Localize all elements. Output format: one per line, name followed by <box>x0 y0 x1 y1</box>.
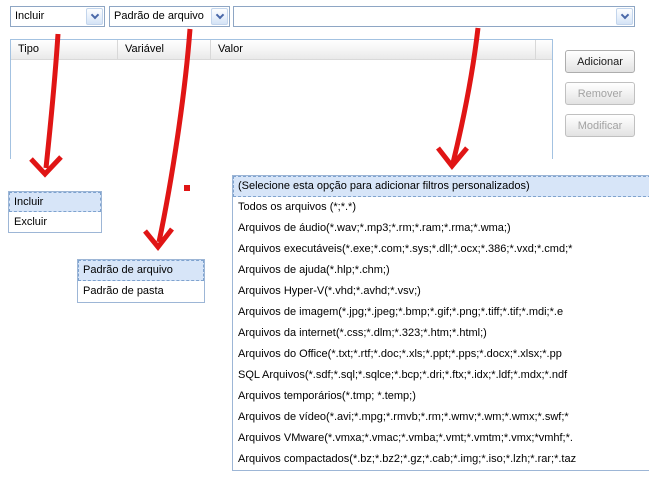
value-combobox-dropdown-button[interactable] <box>616 8 633 25</box>
list-item[interactable]: Arquivos da internet(*.css;*.dlm;*.323;*… <box>233 323 649 344</box>
type-combobox-value: Incluir <box>11 7 85 26</box>
value-dropdown-list: (Selecione esta opção para adicionar fil… <box>232 175 649 471</box>
column-header-variavel[interactable]: Variável <box>118 40 211 59</box>
list-item[interactable]: (Selecione esta opção para adicionar fil… <box>233 176 649 197</box>
chevron-down-icon <box>90 11 98 19</box>
list-item[interactable]: Padrão de pasta <box>78 281 204 302</box>
list-item[interactable]: Arquivos Hyper-V(*.vhd;*.avhd;*.vsv;) <box>233 281 649 302</box>
adicionar-button[interactable]: Adicionar <box>565 50 635 73</box>
type-combobox-dropdown-button[interactable] <box>86 8 103 25</box>
filters-table: Tipo Variável Valor <box>10 39 553 159</box>
list-item[interactable]: Incluir <box>9 192 101 212</box>
list-item[interactable]: Arquivos temporários(*.tmp; *.temp;) <box>233 386 649 407</box>
variable-combobox[interactable]: Padrão de arquivo <box>109 6 230 27</box>
column-header-filler <box>536 40 552 59</box>
column-header-tipo[interactable]: Tipo <box>11 40 118 59</box>
list-item[interactable]: Arquivos de ajuda(*.hlp;*.chm;) <box>233 260 649 281</box>
list-item[interactable]: Padrão de arquivo <box>78 260 204 281</box>
red-dot-annotation <box>184 185 190 191</box>
list-item[interactable]: Arquivos VMware(*.vmxa;*.vmac;*.vmba;*.v… <box>233 428 649 449</box>
variable-dropdown-list: Padrão de arquivoPadrão de pasta <box>77 259 205 303</box>
chevron-down-icon <box>215 11 223 19</box>
list-item[interactable]: Arquivos executáveis(*.exe;*.com;*.sys;*… <box>233 239 649 260</box>
modificar-button: Modificar <box>565 114 635 137</box>
filters-table-empty-body <box>11 60 552 159</box>
list-item[interactable]: SQL Arquivos(*.sdf;*.sql;*.sqlce;*.bcp;*… <box>233 365 649 386</box>
list-item[interactable]: Arquivos de vídeo(*.avi;*.mpg;*.rmvb;*.r… <box>233 407 649 428</box>
variable-combobox-dropdown-button[interactable] <box>211 8 228 25</box>
chevron-down-icon <box>620 11 628 19</box>
list-item[interactable]: Excluir <box>9 212 101 232</box>
list-item[interactable]: Arquivos compactados(*.bz;*.bz2;*.gz;*.c… <box>233 449 649 470</box>
variable-combobox-value: Padrão de arquivo <box>110 7 210 26</box>
list-item[interactable]: Arquivos de áudio(*.wav;*.mp3;*.rm;*.ram… <box>233 218 649 239</box>
list-item[interactable]: Todos os arquivos (*;*.*) <box>233 197 649 218</box>
column-header-valor[interactable]: Valor <box>211 40 536 59</box>
list-item[interactable]: Arquivos do Office(*.txt;*.rtf;*.doc;*.x… <box>233 344 649 365</box>
value-combobox[interactable] <box>233 6 635 27</box>
list-item[interactable]: Arquivos de imagem(*.jpg;*.jpeg;*.bmp;*.… <box>233 302 649 323</box>
type-combobox[interactable]: Incluir <box>10 6 105 27</box>
filters-table-header: Tipo Variável Valor <box>11 40 552 60</box>
remover-button: Remover <box>565 82 635 105</box>
type-dropdown-list: IncluirExcluir <box>8 191 102 233</box>
